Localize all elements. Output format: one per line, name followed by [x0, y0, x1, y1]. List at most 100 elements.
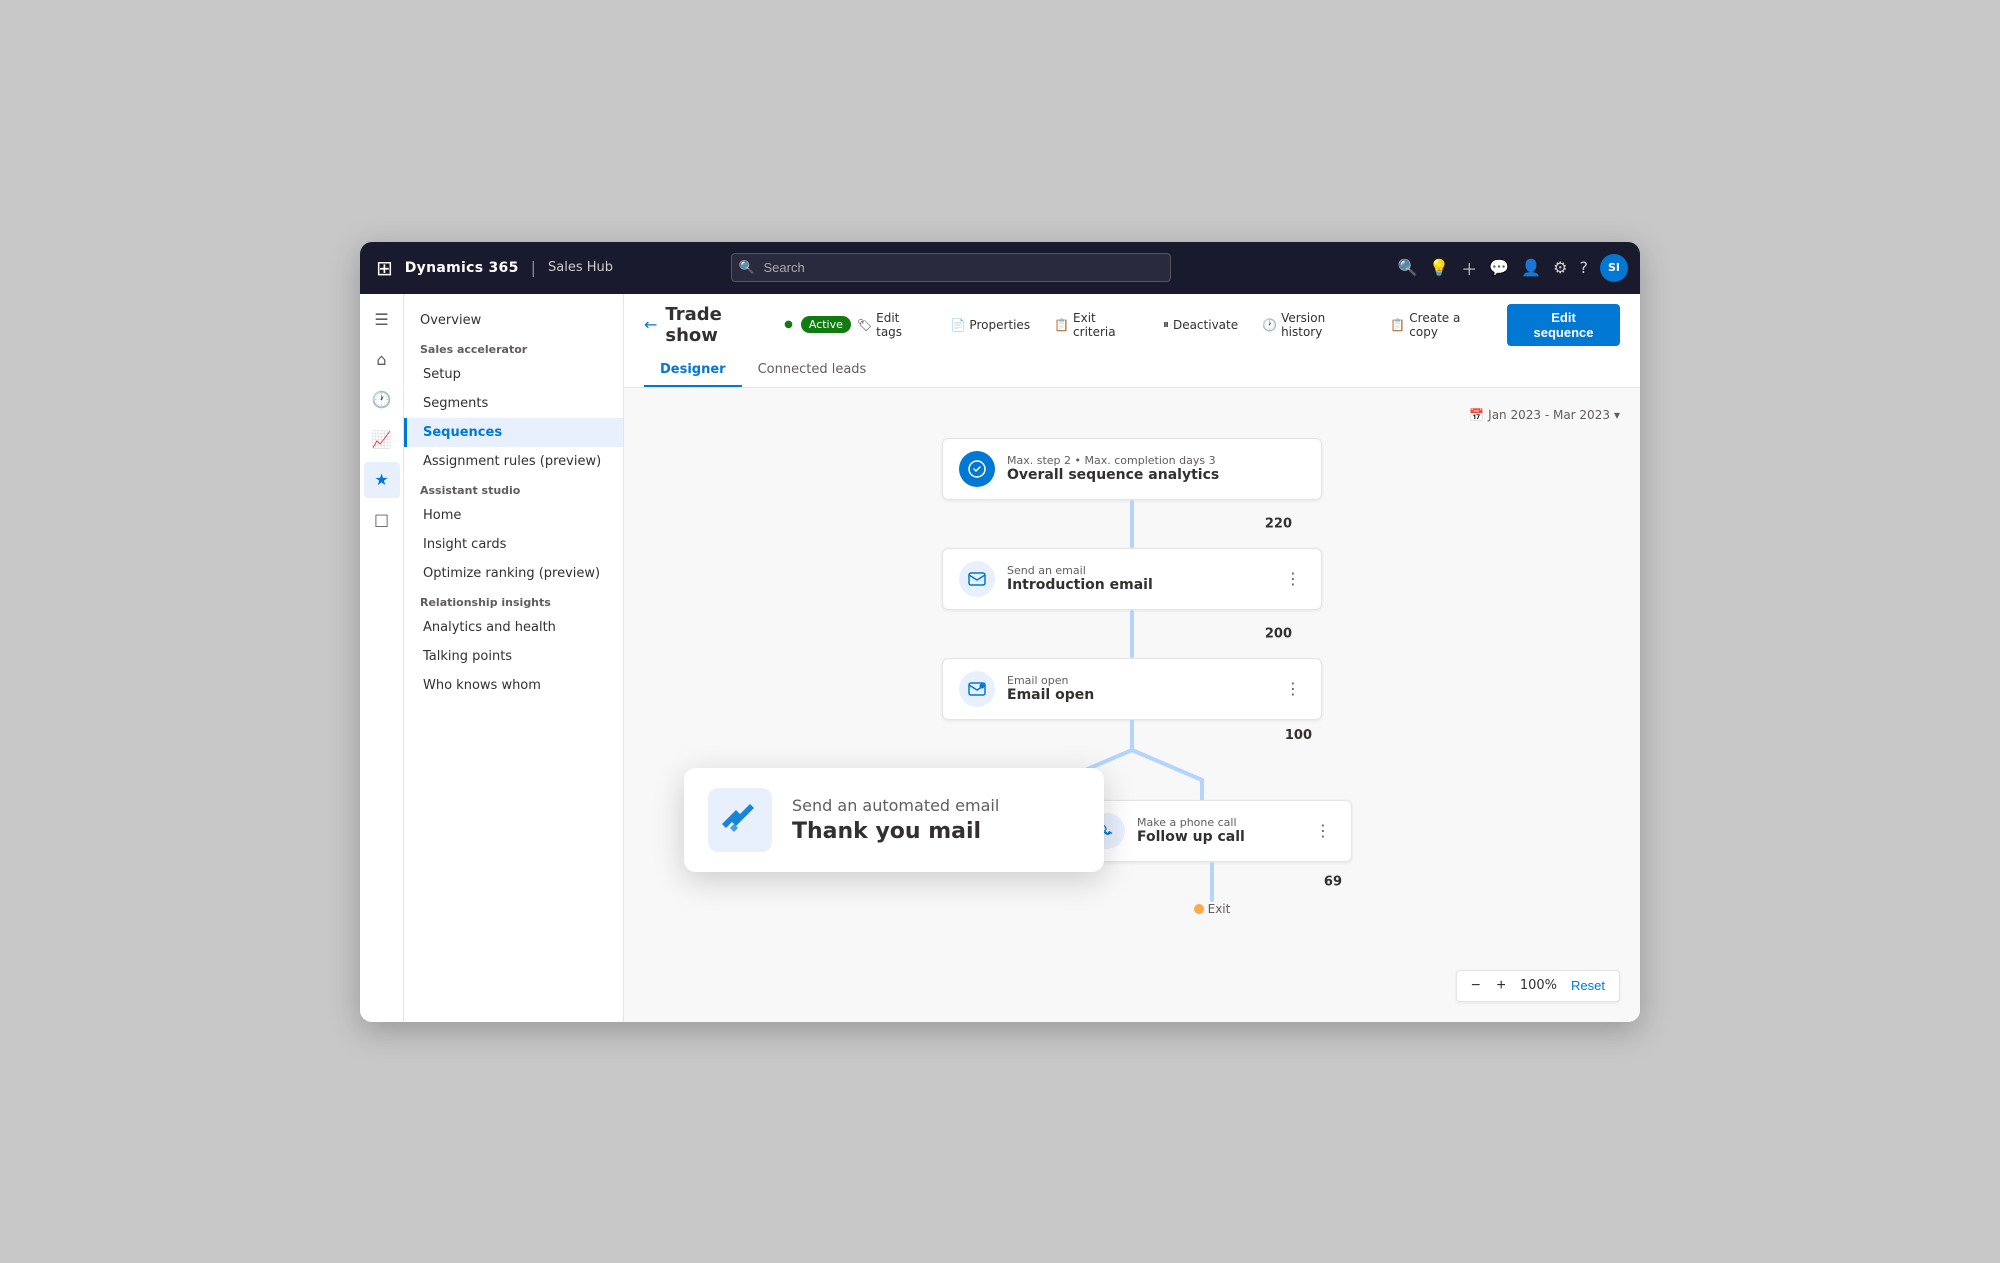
- analytics-title: Overall sequence analytics: [1007, 467, 1305, 483]
- sidebar-item-talking-points[interactable]: Talking points: [404, 642, 623, 671]
- email-open-title: Email open: [1007, 687, 1269, 703]
- avatar[interactable]: SI: [1600, 254, 1628, 282]
- sidebar-item-overview[interactable]: Overview: [404, 306, 623, 335]
- designer-area: 📅 Jan 2023 - Mar 2023 ▾: [624, 388, 1640, 1022]
- breadcrumb: ← Trade show ● Active: [644, 304, 851, 346]
- sidebar-item-setup[interactable]: Setup: [404, 360, 623, 389]
- page-header: ← Trade show ● Active 🏷 Edit tags 📄 Prop…: [624, 294, 1640, 388]
- value-69: 69: [1324, 874, 1342, 889]
- sidebar-item-assignment-rules[interactable]: Assignment rules (preview): [404, 447, 623, 476]
- sidebar-clock-icon[interactable]: 🕐: [364, 382, 400, 418]
- zoom-out-button[interactable]: −: [1465, 975, 1486, 997]
- deactivate-icon: ⏸: [1163, 317, 1169, 332]
- page-tabs: Designer Connected leads: [644, 354, 1620, 387]
- email-open-icon: [959, 671, 995, 707]
- sidebar-box-icon[interactable]: □: [364, 502, 400, 538]
- sidebar-item-who-knows-whom[interactable]: Who knows whom: [404, 671, 623, 700]
- follow-up-menu[interactable]: ⋮: [1311, 817, 1335, 844]
- follow-up-subtitle: Make a phone call: [1137, 816, 1299, 829]
- topnav-actions: 🔍 💡 ＋ 💬 👤 ⚙ ? SI: [1397, 254, 1628, 282]
- deactivate-button[interactable]: ⏸ Deactivate: [1157, 313, 1244, 336]
- sidebar-item-sequences[interactable]: Sequences: [404, 418, 623, 447]
- edit-sequence-button[interactable]: Edit sequence: [1507, 304, 1620, 346]
- search-global-icon[interactable]: 🔍: [1397, 258, 1417, 277]
- person-icon[interactable]: 👤: [1521, 258, 1541, 277]
- analytics-card: Max. step 2 • Max. completion days 3 Ove…: [942, 438, 1322, 500]
- properties-button[interactable]: 📄 Properties: [944, 314, 1036, 336]
- zoom-controls: − + 100% Reset: [1456, 970, 1620, 1002]
- sidebar-star-icon[interactable]: ★: [364, 462, 400, 498]
- follow-up-title: Follow up call: [1137, 829, 1299, 845]
- exit-criteria-button[interactable]: 📋 Exit criteria: [1048, 307, 1145, 343]
- calendar-icon: 📅: [1469, 408, 1484, 422]
- edit-tags-button[interactable]: 🏷 Edit tags: [851, 307, 933, 343]
- tab-designer[interactable]: Designer: [644, 354, 742, 387]
- sidebar-home-icon[interactable]: ⌂: [364, 342, 400, 378]
- analytics-meta: Max. step 2 • Max. completion days 3: [1007, 454, 1305, 467]
- copy-icon: 📋: [1390, 318, 1405, 332]
- sidebar-chart-icon[interactable]: 📈: [364, 422, 400, 458]
- tooltip-title: Thank you mail: [792, 819, 999, 844]
- tab-connected-leads[interactable]: Connected leads: [742, 354, 883, 387]
- chevron-down-icon: ▾: [1614, 408, 1620, 422]
- search-container: 🔍: [731, 253, 1171, 282]
- add-icon[interactable]: ＋: [1461, 256, 1477, 280]
- intro-email-subtitle: Send an email: [1007, 564, 1269, 577]
- app-label: Sales Hub: [548, 260, 613, 275]
- sidebar-item-optimize-ranking[interactable]: Optimize ranking (preview): [404, 559, 623, 588]
- search-icon: 🔍: [739, 260, 755, 275]
- brand-label: Dynamics 365: [405, 260, 519, 276]
- intro-email-menu[interactable]: ⋮: [1281, 565, 1305, 592]
- back-button[interactable]: ←: [644, 315, 657, 334]
- exit-label: Exit: [1208, 902, 1231, 916]
- zoom-level: 100%: [1516, 978, 1561, 993]
- version-history-icon: 🕐: [1262, 318, 1277, 332]
- sidebar-item-insight-cards[interactable]: Insight cards: [404, 530, 623, 559]
- tooltip-icon-container: [708, 788, 772, 852]
- help-icon[interactable]: ?: [1580, 258, 1589, 277]
- exit-dot: [1194, 904, 1204, 914]
- nav-section-assistant-studio: Assistant studio: [404, 476, 623, 501]
- follow-up-card: Make a phone call Follow up call ⋮: [1072, 800, 1352, 862]
- analytics-icon: [959, 451, 995, 487]
- sidebar-item-home[interactable]: Home: [404, 501, 623, 530]
- version-history-button[interactable]: 🕐 Version history: [1256, 307, 1372, 343]
- email-open-menu[interactable]: ⋮: [1281, 675, 1305, 702]
- tag-icon: 🏷: [857, 318, 872, 332]
- sidebar-menu-icon[interactable]: ☰: [364, 302, 400, 338]
- connector-220: 220: [942, 500, 1322, 548]
- grid-icon[interactable]: ⊞: [372, 252, 397, 284]
- settings-icon[interactable]: ⚙: [1553, 258, 1567, 277]
- status-badge: Active: [801, 316, 851, 333]
- nav-divider: |: [531, 258, 536, 277]
- lightbulb-icon[interactable]: 💡: [1429, 258, 1449, 277]
- header-actions: 🏷 Edit tags 📄 Properties 📋 Exit criteria: [851, 304, 1620, 346]
- connector-200: 200: [942, 610, 1322, 658]
- value-220: 220: [1265, 516, 1292, 531]
- email-icon: [959, 561, 995, 597]
- topnav: ⊞ Dynamics 365 | Sales Hub 🔍 🔍 💡 ＋ 💬 👤 ⚙…: [360, 242, 1640, 294]
- nav-section-relationship-insights: Relationship insights: [404, 588, 623, 613]
- intro-email-card: Send an email Introduction email ⋮: [942, 548, 1322, 610]
- chat-icon[interactable]: 💬: [1489, 258, 1509, 277]
- value-100: 100: [1285, 728, 1312, 743]
- nav-section-sales-accelerator: Sales accelerator: [404, 335, 623, 360]
- tooltip-subtitle: Send an automated email: [792, 796, 999, 815]
- exit-badge: Exit: [1194, 902, 1231, 916]
- icon-sidebar: ☰ ⌂ 🕐 📈 ★ □: [360, 294, 404, 1022]
- email-open-subtitle: Email open: [1007, 674, 1269, 687]
- page-title: Trade show: [665, 304, 776, 346]
- tooltip-popup: Send an automated email Thank you mail: [684, 768, 1104, 872]
- zoom-reset-button[interactable]: Reset: [1565, 976, 1611, 995]
- exit-criteria-icon: 📋: [1054, 318, 1069, 332]
- create-copy-button[interactable]: 📋 Create a copy: [1384, 307, 1495, 343]
- search-input[interactable]: [731, 253, 1171, 282]
- properties-icon: 📄: [950, 318, 965, 332]
- email-open-card: Email open Email open ⋮: [942, 658, 1322, 720]
- date-filter[interactable]: 📅 Jan 2023 - Mar 2023 ▾: [644, 408, 1620, 422]
- sidebar-item-analytics[interactable]: Analytics and health: [404, 613, 623, 642]
- sidebar-item-segments[interactable]: Segments: [404, 389, 623, 418]
- nav-sidebar: Overview Sales accelerator Setup Segment…: [404, 294, 624, 1022]
- zoom-in-button[interactable]: +: [1491, 975, 1512, 997]
- content-area: ← Trade show ● Active 🏷 Edit tags 📄 Prop…: [624, 294, 1640, 1022]
